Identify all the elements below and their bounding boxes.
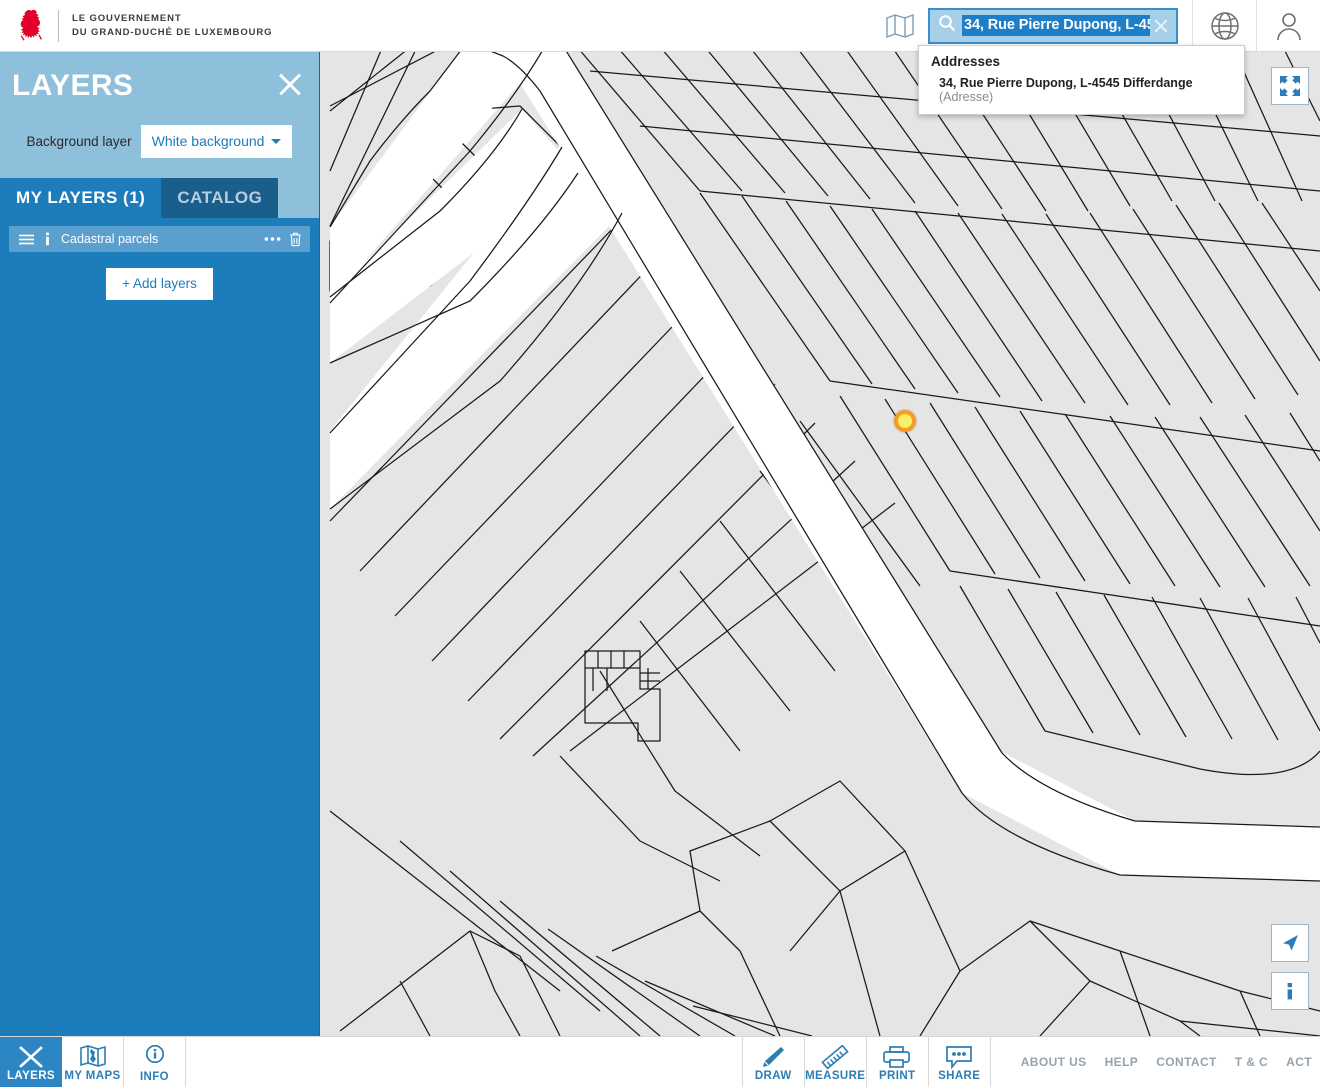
bottom-item-info[interactable]: INFO: [124, 1037, 186, 1087]
list-item[interactable]: Cadastral parcels: [9, 226, 310, 252]
pencil-icon: [760, 1045, 786, 1069]
my-maps-icon: [79, 1045, 107, 1069]
map-info-button[interactable]: [1271, 972, 1309, 1010]
suggestion-label: 34, Rue Pierre Dupong, L-4545 Differdang…: [939, 76, 1193, 90]
geolocation-arrow-icon: [1279, 932, 1301, 954]
suggestion-item[interactable]: 34, Rue Pierre Dupong, L-4545 Differdang…: [919, 74, 1244, 106]
map-switcher-button[interactable]: [872, 0, 928, 51]
layer-name: Cadastral parcels: [61, 232, 264, 246]
search-input[interactable]: 34, Rue Pierre Dupong, L-4545 Differda: [928, 8, 1178, 44]
panel-title-row: LAYERS: [0, 69, 319, 103]
suggestions-group-title: Addresses: [919, 52, 1244, 74]
footer-link-contact[interactable]: CONTACT: [1156, 1055, 1217, 1069]
tool-measure[interactable]: MEASURE: [805, 1037, 867, 1087]
suggestion-type: (Adresse): [939, 90, 993, 104]
bottom-toolbar-spacer: [186, 1037, 742, 1087]
tool-share-label: SHARE: [938, 1070, 980, 1082]
search-suggestions: Addresses 34, Rue Pierre Dupong, L-4545 …: [918, 45, 1245, 115]
ruler-icon: [821, 1045, 849, 1069]
share-bubble-icon: [945, 1045, 973, 1069]
tool-print[interactable]: PRINT: [867, 1037, 929, 1087]
tool-measure-label: MEASURE: [805, 1070, 865, 1082]
tab-my-layers[interactable]: MY LAYERS (1): [0, 178, 161, 218]
tool-draw-label: DRAW: [755, 1070, 792, 1082]
my-layers-list: Cadastral parcels: [0, 218, 319, 252]
page-title: LAYERS: [12, 69, 133, 103]
search-icon: [938, 14, 956, 37]
geolocation-button[interactable]: [1271, 924, 1309, 962]
footer-link-act[interactable]: ACT: [1286, 1055, 1312, 1069]
background-layer-row: Background layer White background: [0, 125, 319, 158]
search-container: 34, Rue Pierre Dupong, L-4545 Differda A…: [928, 8, 1178, 44]
layers-panel-header: LAYERS Background layer White background: [0, 51, 319, 178]
more-options-icon[interactable]: [264, 236, 281, 242]
user-icon: [1272, 9, 1306, 43]
geoportal-app: LE GOUVERNEMENT DU GRAND-DUCHÉ DE LUXEMB…: [0, 0, 1320, 1087]
bottom-item-my-maps-label: MY MAPS: [64, 1070, 120, 1082]
bottom-tools: DRAW MEASURE: [742, 1037, 991, 1087]
search-input-value[interactable]: 34, Rue Pierre Dupong, L-4545 Differda: [962, 15, 1150, 36]
layers-close-icon: [17, 1045, 45, 1069]
clear-icon[interactable]: [1150, 15, 1172, 37]
background-layer-label: Background layer: [27, 134, 132, 149]
globe-icon: [1208, 9, 1242, 43]
government-logo[interactable]: LE GOUVERNEMENT DU GRAND-DUCHÉ DE LUXEMB…: [0, 8, 272, 44]
footer-links: ABOUT US HELP CONTACT T & C ACT: [1021, 1037, 1320, 1087]
tool-draw[interactable]: DRAW: [743, 1037, 805, 1087]
trash-icon[interactable]: [289, 232, 302, 247]
chevron-down-icon: [271, 139, 281, 144]
tool-share[interactable]: SHARE: [929, 1037, 991, 1087]
add-layers-button[interactable]: + Add layers: [106, 268, 213, 300]
fullscreen-icon: [1279, 75, 1301, 97]
layers-panel: LAYERS Background layer White background…: [0, 51, 320, 1036]
printer-icon: [883, 1045, 911, 1069]
close-icon[interactable]: [275, 69, 305, 99]
gov-line-2: DU GRAND-DUCHÉ DE LUXEMBOURG: [72, 26, 272, 40]
bottom-item-my-maps[interactable]: MY MAPS: [62, 1037, 124, 1087]
language-button[interactable]: [1192, 0, 1256, 51]
tool-print-label: PRINT: [879, 1070, 916, 1082]
bottom-item-layers-label: LAYERS: [7, 1070, 55, 1082]
bottom-toolbar: LAYERS MY MAPS INFO: [0, 1036, 1320, 1087]
info-pin-icon: [143, 1044, 167, 1070]
fullscreen-button[interactable]: [1271, 67, 1309, 105]
address-marker[interactable]: [894, 410, 916, 432]
footer-link-about-us[interactable]: ABOUT US: [1021, 1055, 1087, 1069]
top-header: LE GOUVERNEMENT DU GRAND-DUCHÉ DE LUXEMB…: [0, 0, 1320, 52]
info-icon: [1280, 980, 1300, 1002]
logo-divider: [58, 10, 59, 42]
account-button[interactable]: [1256, 0, 1320, 51]
government-title: LE GOUVERNEMENT DU GRAND-DUCHÉ DE LUXEMB…: [72, 12, 272, 40]
panel-tabs: MY LAYERS (1) CATALOG: [0, 178, 319, 218]
bottom-item-layers[interactable]: LAYERS: [0, 1037, 62, 1087]
footer-link-terms[interactable]: T & C: [1235, 1055, 1268, 1069]
footer-link-help[interactable]: HELP: [1105, 1055, 1139, 1069]
drag-handle-icon[interactable]: [18, 233, 35, 246]
tab-catalog[interactable]: CATALOG: [161, 178, 278, 218]
bottom-item-info-label: INFO: [140, 1071, 169, 1083]
luxembourg-red-lion-logo: [14, 8, 48, 44]
gov-line-1: LE GOUVERNEMENT: [72, 12, 272, 26]
background-layer-select[interactable]: White background: [141, 125, 293, 158]
layer-actions: [264, 232, 302, 247]
background-layer-value: White background: [152, 133, 265, 149]
add-layers-row: + Add layers: [0, 268, 319, 300]
info-icon[interactable]: [44, 232, 51, 246]
folded-map-icon: [885, 13, 915, 39]
